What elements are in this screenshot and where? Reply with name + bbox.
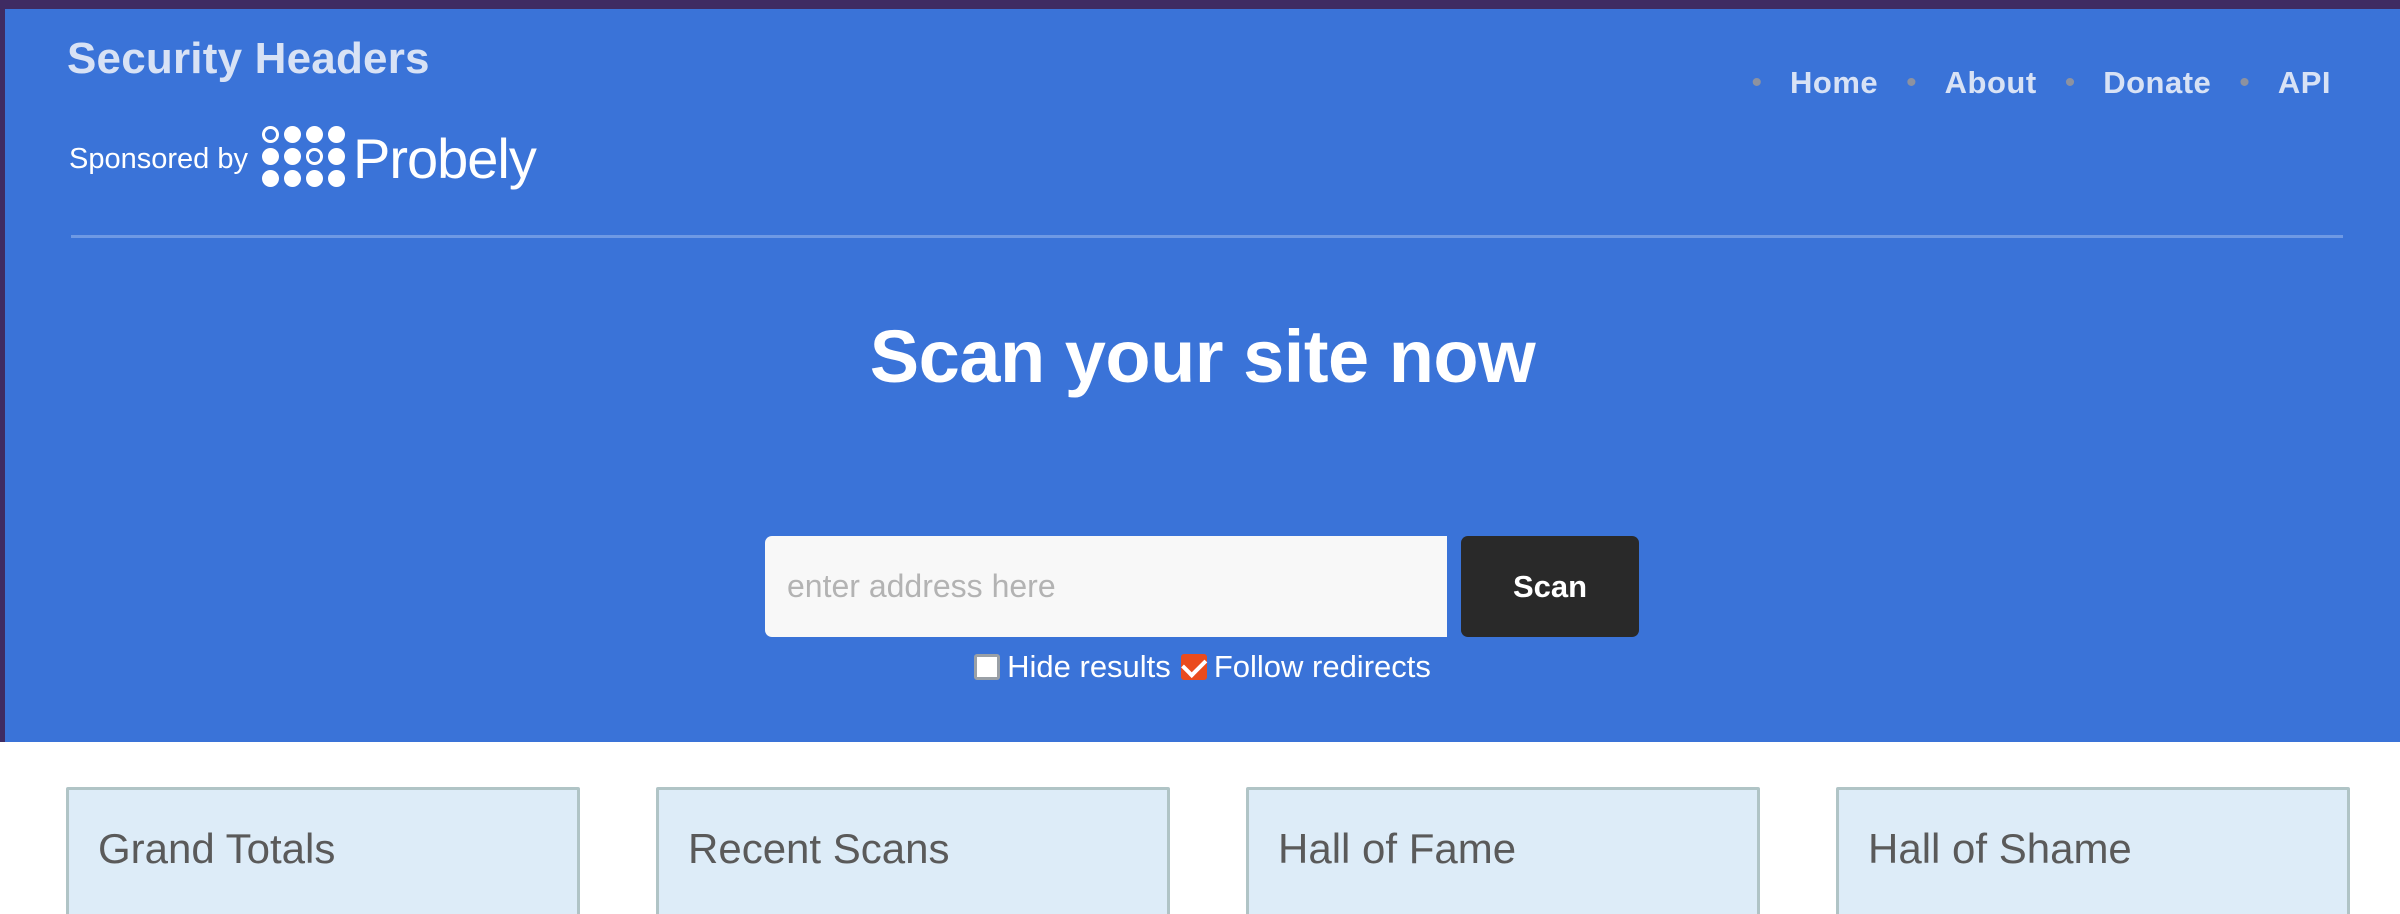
option-hide-results[interactable]: Hide results xyxy=(974,649,1171,685)
sponsor-row: Sponsored by Probely xyxy=(69,126,537,191)
hero-section: Security Headers Sponsored by Probely • … xyxy=(5,9,2400,742)
scan-submit-button[interactable]: Scan xyxy=(1461,536,1639,637)
probely-dots-icon xyxy=(261,126,345,187)
follow-redirects-label: Follow redirects xyxy=(1213,649,1431,684)
hide-results-checkbox-icon[interactable] xyxy=(974,654,1001,680)
top-accent-strip xyxy=(0,0,2400,9)
scan-options-row: Hide results Follow redirects xyxy=(5,649,2400,685)
hide-results-label: Hide results xyxy=(1007,649,1171,684)
scan-address-input[interactable] xyxy=(765,536,1447,637)
sponsor-prefix-label: Sponsored by xyxy=(69,143,248,175)
scan-form: Scan xyxy=(765,536,1639,637)
card-title: Recent Scans xyxy=(688,825,950,872)
site-title: Security Headers xyxy=(67,34,430,83)
card-hall-of-shame[interactable]: Hall of Shame xyxy=(1836,787,2350,914)
nav-separator-2: • xyxy=(2064,66,2076,99)
probely-wordmark: Probely xyxy=(352,127,537,191)
card-recent-scans[interactable]: Recent Scans xyxy=(656,787,1170,914)
nav-item-about[interactable]: About xyxy=(1931,65,2051,101)
nav-separator-0: • xyxy=(1751,66,1763,99)
cards-section: Grand Totals Recent Scans Hall of Fame H… xyxy=(0,742,2400,914)
nav-separator-3: • xyxy=(2239,66,2250,99)
page-title: Scan your site now xyxy=(869,315,1536,398)
option-follow-redirects[interactable]: Follow redirects xyxy=(1180,649,1431,685)
card-title: Hall of Fame xyxy=(1278,825,1517,872)
header-divider xyxy=(71,235,2343,238)
card-grand-totals[interactable]: Grand Totals xyxy=(66,787,580,914)
card-title: Hall of Shame xyxy=(1868,825,2132,872)
card-title: Grand Totals xyxy=(98,825,336,872)
nav-item-donate[interactable]: Donate xyxy=(2089,65,2225,101)
follow-redirects-checkbox-icon[interactable] xyxy=(1180,654,1207,680)
probely-logo[interactable]: Probely xyxy=(261,126,537,191)
page-root: Security Headers Sponsored by Probely • … xyxy=(0,0,2400,914)
nav-item-api[interactable]: API xyxy=(2264,65,2345,101)
nav-item-home[interactable]: Home xyxy=(1776,65,1892,101)
main-navigation: • Home • About • Donate • API xyxy=(1738,65,2346,101)
nav-separator-1: • xyxy=(1906,66,1917,99)
card-hall-of-fame[interactable]: Hall of Fame xyxy=(1246,787,1760,914)
